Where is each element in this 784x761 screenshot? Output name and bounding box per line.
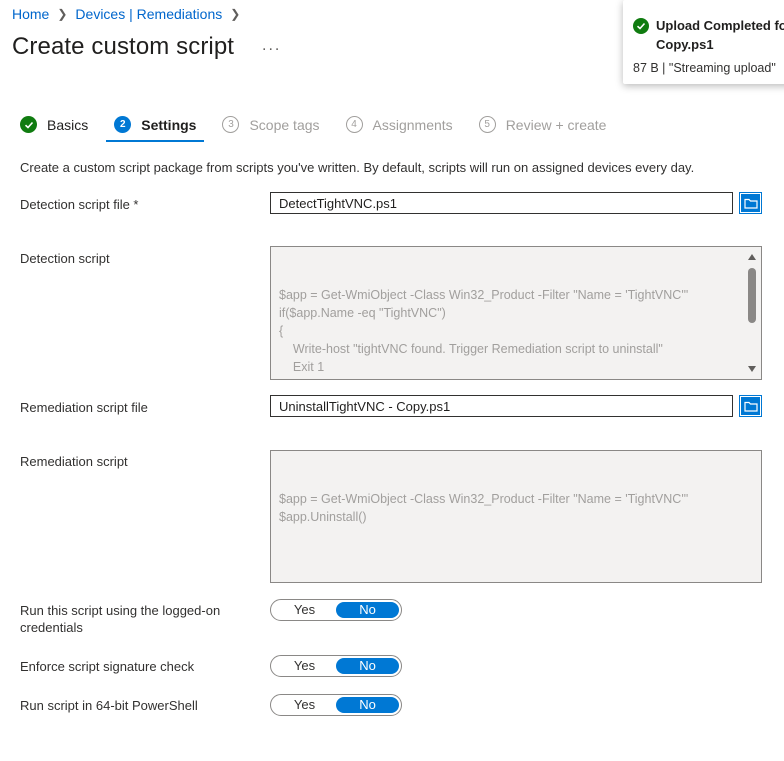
toggle-yes[interactable]: Yes — [273, 697, 336, 713]
run-logged-on-label-line2: credentials — [20, 620, 83, 635]
breadcrumb-home-link[interactable]: Home — [12, 6, 49, 22]
step-review-create[interactable]: 5 Review + create — [478, 116, 607, 133]
remediation-script-label: Remediation script — [20, 454, 128, 469]
detection-file-input[interactable]: DetectTightVNC.ps1 — [270, 192, 733, 214]
folder-icon — [741, 397, 760, 415]
code-line: Exit 1 — [279, 360, 325, 374]
checkmark-icon — [20, 116, 37, 133]
breadcrumb: Home ❯ Devices | Remediations ❯ — [12, 6, 248, 22]
scroll-down-icon[interactable] — [748, 366, 756, 372]
toast-detail: 87 B | "Streaming upload" — [633, 61, 776, 75]
run-logged-on-label-line1: Run this script using the logged-on — [20, 603, 221, 618]
remediation-file-label: Remediation script file — [20, 400, 148, 415]
chevron-right-icon: ❯ — [230, 7, 241, 21]
step-number: 5 — [478, 116, 496, 133]
remediation-file-input[interactable]: UninstallTightVNC - Copy.ps1 — [270, 395, 733, 417]
step-number: 4 — [345, 116, 363, 133]
remediation-browse-button[interactable] — [739, 395, 762, 417]
toggle-no[interactable]: No — [336, 658, 399, 674]
page-title: Create custom script — [12, 33, 235, 60]
code-line: $app.Uninstall() — [279, 510, 367, 524]
step-label: Settings — [141, 116, 197, 133]
step-label: Scope tags — [249, 116, 320, 133]
toast-title-line2: Copy.ps1 — [656, 37, 714, 52]
folder-icon — [741, 194, 760, 212]
toggle-no[interactable]: No — [336, 697, 399, 713]
step-basics[interactable]: Basics — [20, 116, 88, 133]
breadcrumb-devices-link[interactable]: Devices | Remediations — [75, 6, 222, 22]
run-64bit-toggle[interactable]: Yes No — [270, 694, 402, 716]
code-line: $app = Get-WmiObject -Class Win32_Produc… — [279, 288, 689, 302]
code-line: $app = Get-WmiObject -Class Win32_Produc… — [279, 492, 689, 506]
remediation-script-content: $app = Get-WmiObject -Class Win32_Produc… — [279, 490, 731, 526]
signature-check-toggle[interactable]: Yes No — [270, 655, 402, 677]
step-label: Review + create — [505, 116, 607, 133]
step-label: Assignments — [372, 116, 453, 133]
chevron-right-icon: ❯ — [57, 7, 68, 21]
detection-script-label: Detection script — [20, 251, 110, 266]
code-line: { — [279, 324, 284, 338]
signature-check-label: Enforce script signature check — [20, 659, 195, 674]
detection-browse-button[interactable] — [739, 192, 762, 214]
code-line: } — [279, 376, 731, 379]
step-number: 3 — [222, 116, 240, 133]
detection-script-content: $app = Get-WmiObject -Class Win32_Produc… — [279, 286, 731, 379]
toggle-yes[interactable]: Yes — [273, 602, 336, 618]
wizard-steps: Basics 2 Settings 3 Scope tags 4 Assignm… — [20, 116, 632, 142]
toggle-yes[interactable]: Yes — [273, 658, 336, 674]
checkmark-icon — [633, 18, 649, 34]
remediation-script-textarea[interactable]: $app = Get-WmiObject -Class Win32_Produc… — [270, 450, 762, 583]
step-assignments[interactable]: 4 Assignments — [345, 116, 453, 133]
scrollbar-thumb[interactable] — [748, 268, 756, 323]
toggle-no[interactable]: No — [336, 602, 399, 618]
detection-file-label: Detection script file * — [20, 197, 139, 212]
step-label: Basics — [47, 116, 89, 133]
upload-toast[interactable]: Upload Completed fo Copy.ps1 87 B | "Str… — [623, 0, 784, 84]
more-options-button[interactable]: ... — [262, 37, 281, 55]
scroll-up-icon[interactable] — [748, 254, 756, 260]
toast-title: Upload Completed fo — [656, 18, 784, 33]
detection-script-textarea[interactable]: $app = Get-WmiObject -Class Win32_Produc… — [270, 246, 762, 380]
step-scope-tags[interactable]: 3 Scope tags — [222, 116, 320, 133]
page-description: Create a custom script package from scri… — [20, 160, 695, 175]
run-logged-on-label: Run this script using the logged-on cred… — [20, 602, 220, 636]
step-number: 2 — [114, 116, 132, 133]
run-logged-on-toggle[interactable]: Yes No — [270, 599, 402, 621]
scrollbar[interactable] — [745, 248, 760, 378]
code-line: Write-host "tightVNC found. Trigger Reme… — [279, 342, 663, 356]
step-settings[interactable]: 2 Settings — [106, 116, 205, 142]
code-line: if($app.Name -eq "TightVNC") — [279, 306, 446, 320]
run-64bit-label: Run script in 64-bit PowerShell — [20, 698, 198, 713]
